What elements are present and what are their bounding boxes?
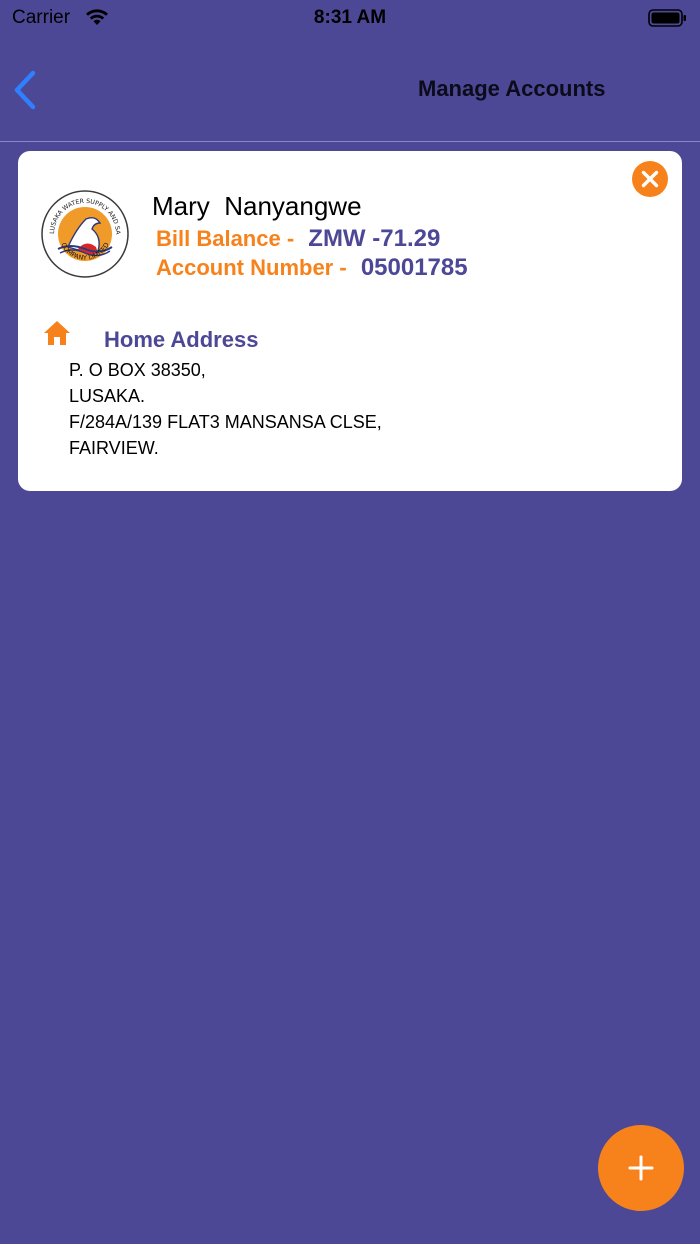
- battery-icon: [648, 9, 686, 27]
- navigation-bar: Manage Accounts: [0, 38, 700, 142]
- address-line: FAIRVIEW.: [69, 438, 159, 458]
- account-number-label: Account Number -: [156, 255, 347, 280]
- lwsc-logo: LUSAKA WATER SUPPLY AND SANITATION COMPA…: [40, 189, 129, 278]
- bill-balance-row: Bill Balance - ZMW -71.29: [156, 225, 440, 253]
- page-title: Manage Accounts: [418, 76, 606, 101]
- account-number-row: Account Number - 05001785: [156, 254, 468, 282]
- account-number-value: 05001785: [360, 254, 468, 281]
- chevron-left-icon: [14, 70, 36, 110]
- bill-balance-value: ZMW -71.29: [308, 225, 441, 252]
- add-account-button[interactable]: [598, 1125, 684, 1211]
- home-address-heading: Home Address: [104, 327, 259, 352]
- remove-account-button[interactable]: [632, 161, 668, 197]
- status-bar: Carrier 8:31 AM: [0, 0, 700, 38]
- address-line: LUSAKA.: [69, 386, 146, 406]
- address-line: P. O BOX 38350,: [69, 360, 206, 380]
- address-line: F/284A/139 FLAT3 MANSANSA CLSE,: [69, 412, 382, 432]
- home-address: P. O BOX 38350, LUSAKA. F/284A/139 FLAT3…: [69, 357, 382, 461]
- bill-balance-label: Bill Balance -: [156, 226, 295, 251]
- manage-accounts-screen: Carrier 8:31 AM Manage Accounts LUSAKA W…: [0, 0, 700, 1244]
- status-time: 8:31 AM: [313, 7, 387, 28]
- home-icon: [44, 321, 70, 345]
- account-card[interactable]: LUSAKA WATER SUPPLY AND SANITATION COMPA…: [18, 151, 682, 491]
- back-button[interactable]: [8, 68, 48, 112]
- close-icon: [641, 170, 659, 188]
- account-holder-name: Mary Nanyangwe: [152, 191, 362, 221]
- plus-icon: [628, 1155, 654, 1181]
